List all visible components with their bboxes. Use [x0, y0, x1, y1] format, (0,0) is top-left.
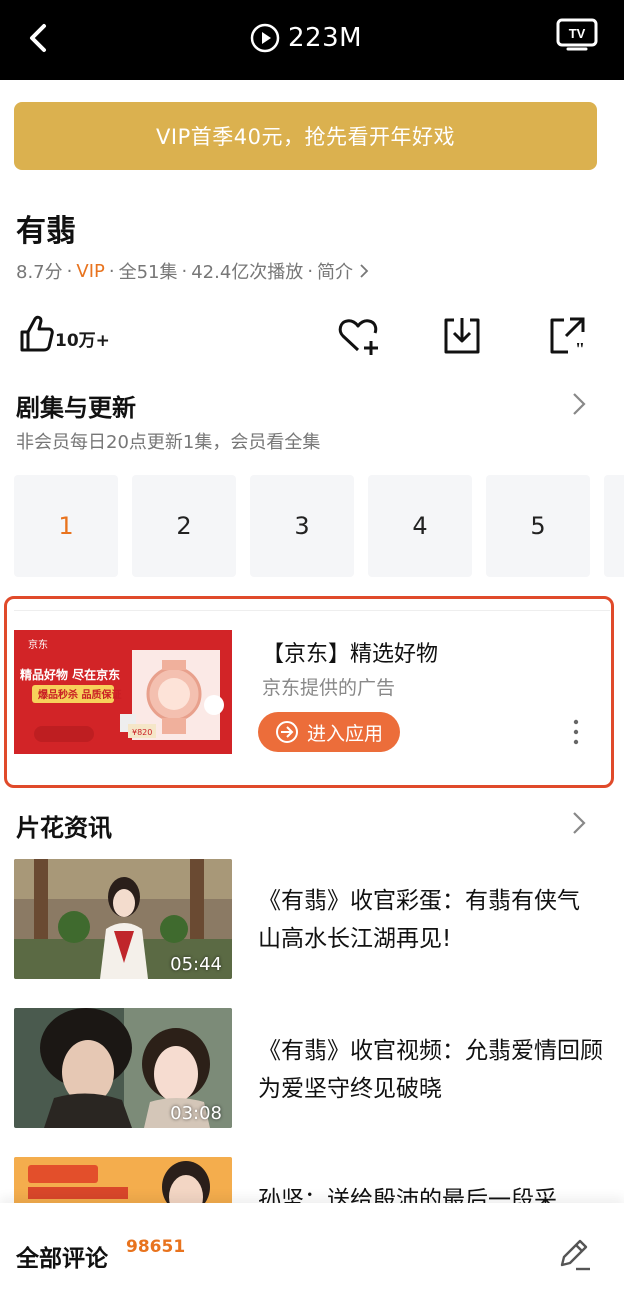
ad-headline: 精品好物 尽在京东 [20, 667, 120, 682]
back-arrow-icon[interactable] [22, 18, 58, 58]
episode-item[interactable]: 4 [368, 475, 472, 577]
like-count: 10万+ [55, 331, 110, 351]
comments-bar[interactable]: 全部评论 98651 [0, 1203, 624, 1290]
ad-title[interactable]: 【京东】精选好物 [262, 636, 438, 668]
episodes-section-title[interactable]: 剧集与更新 [16, 388, 136, 423]
meta-separator: · [307, 260, 314, 282]
favorite-heart-plus-icon[interactable] [336, 314, 380, 358]
ad-price: ¥820 [132, 728, 152, 737]
chevron-right-icon [360, 264, 369, 278]
edit-pencil-icon[interactable] [556, 1237, 592, 1273]
video-duration: 03:08 [170, 1103, 222, 1124]
episode-item[interactable]: 1 [14, 475, 118, 577]
news-thumbnail[interactable]: 05:44 [14, 859, 232, 979]
ad-image[interactable]: 京东 精品好物 尽在京东 爆品秒杀 品质保证 ¥820 [14, 630, 232, 754]
more-options-icon[interactable] [570, 718, 582, 746]
download-icon[interactable] [440, 314, 484, 358]
svg-text:TV: TV [569, 26, 586, 41]
tv-cast-icon[interactable]: TV [556, 18, 598, 52]
show-score: 8.7分 [16, 262, 63, 283]
episode-item[interactable]: 2 [132, 475, 236, 577]
player-top-bar: 223M TV [0, 0, 624, 80]
ad-banner-graphic: 京东 精品好物 尽在京东 爆品秒杀 品质保证 ¥820 [14, 630, 232, 754]
episode-item[interactable]: 5 [486, 475, 590, 577]
ad-tag: 爆品秒杀 品质保证 [38, 688, 121, 701]
news-title[interactable]: 《有翡》收官视频：允翡爱情回顾 为爱坚守终见破晓 [258, 1032, 603, 1108]
player-size-info[interactable]: 223M [250, 18, 362, 58]
ad-source: 京东提供的广告 [262, 677, 396, 699]
video-duration: 05:44 [170, 954, 222, 975]
ad-brand: 京东 [28, 638, 48, 651]
like-button[interactable]: 10万+ [18, 314, 110, 354]
comments-count: 98651 [126, 1237, 186, 1257]
episodes-subtitle: 非会员每日20点更新1集，会员看全集 [16, 432, 321, 453]
news-title[interactable]: 《有翡》收官彩蛋：有翡有侠气 山高水长江湖再见! [258, 882, 603, 958]
play-count: 42.4亿次播放 [191, 262, 304, 283]
vip-promo-banner[interactable]: VIP首季40元，抢先看开年好戏 [14, 102, 597, 170]
open-app-button[interactable]: 进入应用 [258, 712, 400, 752]
video-size-label: 223M [288, 23, 363, 53]
show-meta[interactable]: 8.7分 · VIP · 全51集 · 42.4亿次播放 · 简介 [16, 258, 369, 284]
meta-separator: · [108, 260, 115, 282]
play-circle-icon [250, 23, 280, 53]
vip-badge: VIP [76, 260, 105, 282]
thumbs-up-icon [20, 315, 54, 352]
open-app-label: 进入应用 [306, 722, 383, 745]
meta-separator: · [66, 260, 73, 282]
news-thumbnail[interactable]: 03:08 [14, 1008, 232, 1128]
episode-item[interactable]: 3 [250, 475, 354, 577]
video-detail-page: 223M TV VIP首季40元，抢先看开年好戏 有翡 8.7分 · VIP ·… [0, 0, 624, 1290]
comments-label[interactable]: 全部评论 [16, 1239, 108, 1273]
meta-separator: · [181, 260, 188, 282]
episode-list: 1 2 3 4 5 [14, 475, 624, 577]
share-icon[interactable]: " [546, 314, 590, 358]
news-section-title[interactable]: 片花资讯 [16, 808, 112, 843]
arrow-circle-icon [275, 721, 298, 743]
episode-item-partial[interactable] [604, 475, 624, 577]
chevron-right-icon[interactable] [572, 392, 586, 416]
intro-link[interactable]: 简介 [317, 258, 353, 284]
chevron-right-icon[interactable] [572, 811, 586, 835]
episodes-total: 全51集 [118, 262, 178, 283]
show-title: 有翡 [16, 214, 76, 249]
svg-text:": " [575, 339, 585, 358]
